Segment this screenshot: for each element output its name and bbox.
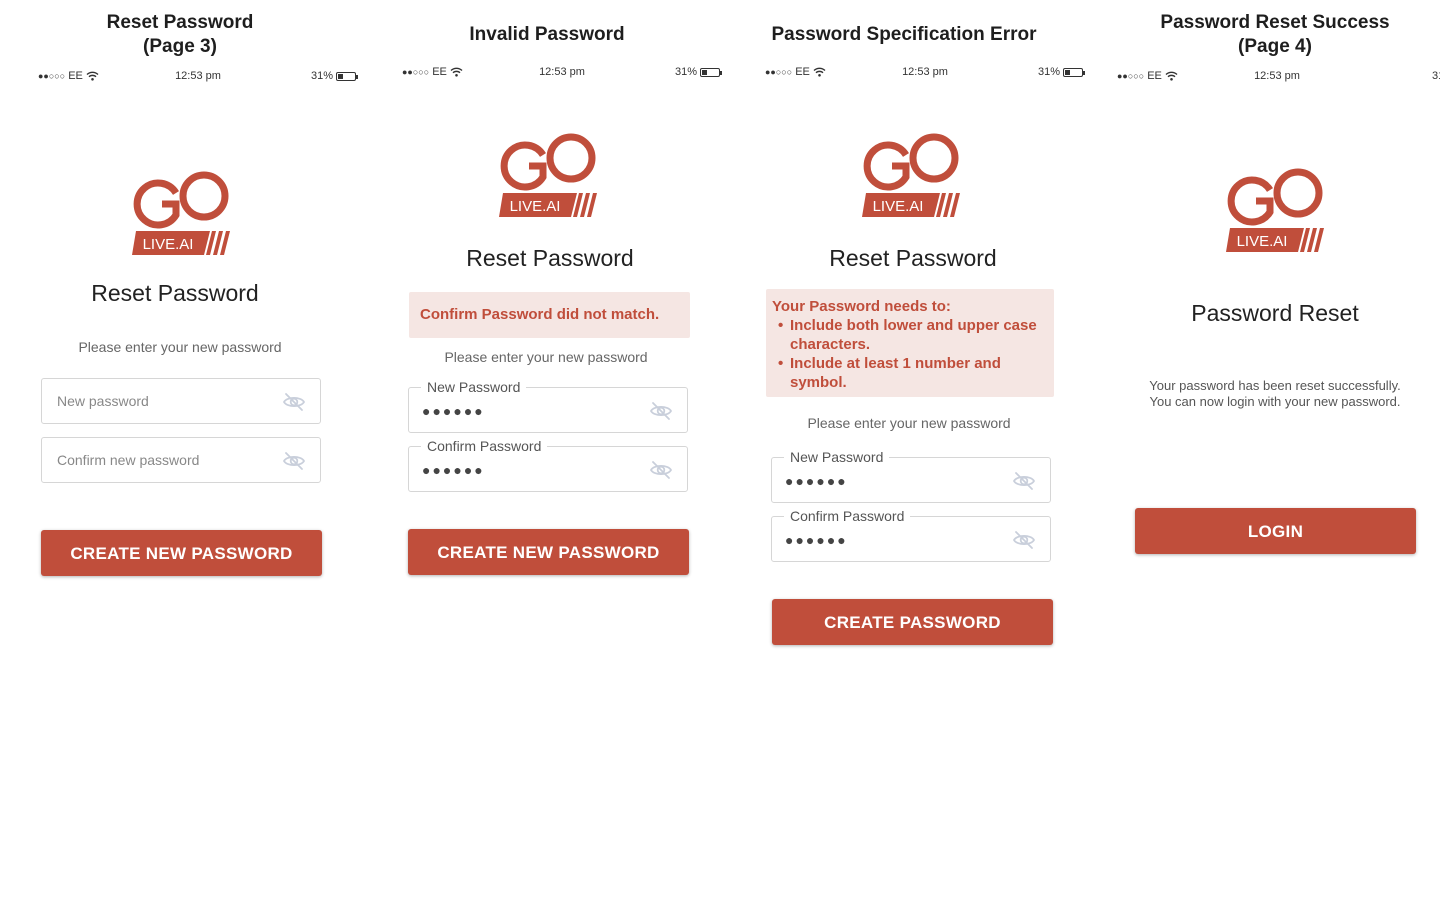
golive-logo: LIVE.AI xyxy=(132,165,232,255)
battery-percent: 31% xyxy=(1037,66,1060,78)
instruction-text: Please enter your new password xyxy=(78,339,282,355)
svg-text:LIVE.AI: LIVE.AI xyxy=(510,198,561,215)
battery-percent: 31% xyxy=(310,70,333,82)
golive-logo: LIVE.AI xyxy=(862,127,962,217)
screen-caption: Invalid Password xyxy=(469,24,625,45)
confirm-password-label: Confirm Password xyxy=(421,438,548,454)
eye-off-icon[interactable] xyxy=(1012,471,1036,491)
svg-text:LIVE.AI: LIVE.AI xyxy=(1237,233,1288,250)
status-bar: ●●○○○EE 12:53 pm 31% xyxy=(38,70,378,84)
eye-off-icon[interactable] xyxy=(282,451,306,471)
svg-text:LIVE.AI: LIVE.AI xyxy=(873,198,924,215)
clock: 12:53 pm xyxy=(1254,70,1300,82)
battery-icon xyxy=(700,67,722,77)
screen-invalid-password: Invalid Password ●●○○○ EE 12:53 pm 31% LI… xyxy=(367,0,727,900)
battery-percent: 31% xyxy=(674,66,697,78)
eye-off-icon[interactable] xyxy=(649,401,673,421)
requirements-heading: Your Password needs to: xyxy=(772,298,951,315)
eye-off-icon[interactable] xyxy=(649,460,673,480)
page-title: Reset Password xyxy=(829,245,997,271)
requirement-item: Include at least 1 number and symbol. xyxy=(772,354,1048,392)
confirm-password-field[interactable]: Confirm Password ●●●●●● xyxy=(771,508,1051,562)
battery-icon xyxy=(336,71,358,81)
confirm-password-field[interactable]: Confirm Password ●●●●●● xyxy=(408,438,688,492)
login-button[interactable]: LOGIN xyxy=(1135,508,1416,554)
golive-logo: LIVE.AI xyxy=(1226,162,1326,252)
password-requirements-alert: Your Password needs to: Include both low… xyxy=(766,289,1054,397)
new-password-label: New Password xyxy=(784,449,890,465)
screen-password-spec-error: Password Specification Error ●●○○○ EE 12:… xyxy=(730,0,1090,900)
svg-text:LIVE.AI: LIVE.AI xyxy=(143,236,194,253)
create-new-password-button[interactable]: CREATE NEW PASSWORD xyxy=(41,530,322,576)
eye-off-icon[interactable] xyxy=(282,392,306,412)
requirements-list: Include both lower and upper case charac… xyxy=(772,316,1048,392)
new-password-value: ●●●●●● xyxy=(785,473,848,489)
create-new-password-button[interactable]: CREATE NEW PASSWORD xyxy=(408,529,689,575)
success-description: Your password has been reset successfull… xyxy=(1149,378,1401,409)
eye-off-icon[interactable] xyxy=(1012,530,1036,550)
instruction-text: Please enter your new password xyxy=(444,349,648,365)
page-title: Password Reset xyxy=(1191,300,1359,326)
screen-caption: Reset Password (Page 3) xyxy=(106,12,254,57)
error-message: Confirm Password did not match. xyxy=(420,306,660,323)
status-bar: ●●○○○EE 12:53 pm 31% xyxy=(402,66,742,80)
confirm-password-label: Confirm Password xyxy=(784,508,911,524)
new-password-label: New Password xyxy=(421,379,527,395)
battery-icon xyxy=(1063,67,1085,77)
new-password-value: ●●●●●● xyxy=(422,403,485,419)
confirm-password-value: ●●●●●● xyxy=(785,532,848,548)
screen-password-reset-success: Password Reset Success (Page 4) ●●○○○ EE … xyxy=(1095,0,1440,900)
confirm-password-field[interactable]: Confirm new password xyxy=(41,437,321,483)
screen-caption: Password Specification Error xyxy=(771,24,1037,45)
battery-percent: 31% xyxy=(1431,70,1440,82)
status-bar: ●●○○○EE 12:53 pm 31% xyxy=(1117,70,1440,84)
confirm-password-value: ●●●●●● xyxy=(422,462,485,478)
golive-logo: LIVE.AI xyxy=(499,127,599,217)
new-password-field[interactable]: New Password ●●●●●● xyxy=(408,379,688,433)
page-title: Reset Password xyxy=(91,280,259,306)
create-password-button[interactable]: CREATE PASSWORD xyxy=(772,599,1053,645)
new-password-field[interactable]: New Password ●●●●●● xyxy=(771,449,1051,503)
instruction-text: Please enter your new password xyxy=(807,415,1011,431)
new-password-field[interactable]: New password xyxy=(41,378,321,424)
screen-reset-password: Reset Password (Page 3) ●●○○○ EE 12:53 pm… xyxy=(0,0,360,900)
error-alert: Confirm Password did not match. xyxy=(409,292,690,338)
confirm-password-placeholder: Confirm new password xyxy=(57,452,200,468)
status-bar: ●●○○○EE 12:53 pm 31% xyxy=(765,66,1105,80)
screen-caption: Password Reset Success (Page 4) xyxy=(1160,12,1390,57)
page-title: Reset Password xyxy=(466,245,634,271)
requirement-item: Include both lower and upper case charac… xyxy=(772,316,1048,354)
new-password-placeholder: New password xyxy=(57,393,149,409)
